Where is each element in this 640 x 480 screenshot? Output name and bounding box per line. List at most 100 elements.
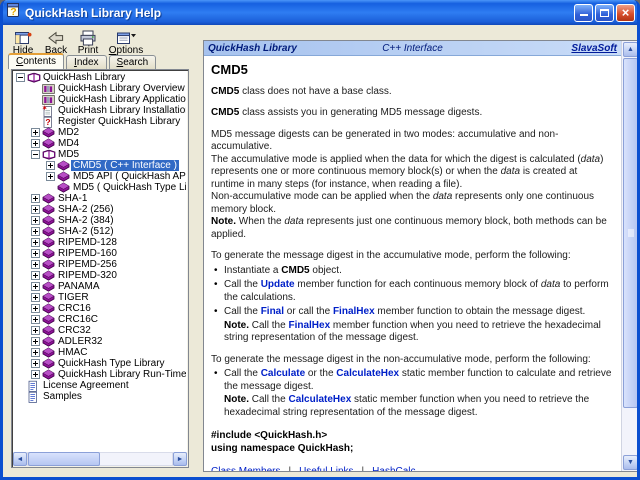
scroll-thumb[interactable]	[623, 58, 637, 408]
tree-item-label[interactable]: RIPEMD-128	[56, 237, 119, 248]
tree-item-label[interactable]: Register QuickHash Library	[56, 116, 182, 127]
expand-toggle[interactable]	[31, 194, 40, 203]
tree-item[interactable]: SHA-2 (256)	[14, 204, 186, 215]
tree-item[interactable]: Samples	[14, 391, 186, 403]
slavasoft-link[interactable]: SlavaSoft	[481, 43, 617, 54]
member-function-link[interactable]: FinalHex	[333, 306, 375, 317]
close-button[interactable]: ×	[616, 3, 635, 22]
expand-toggle[interactable]	[31, 216, 40, 225]
tree-item-label[interactable]: License Agreement	[41, 380, 131, 391]
back-button[interactable]: Back	[40, 28, 72, 56]
expand-toggle[interactable]	[31, 271, 40, 280]
member-function-link[interactable]: FinalHex	[288, 320, 330, 331]
tree-item[interactable]: CRC16	[14, 303, 186, 314]
member-function-link[interactable]: CalculateHex	[288, 394, 351, 405]
tree-item-label[interactable]: CRC16C	[56, 314, 100, 325]
tree-item[interactable]: QuickHash Library Run-Time Dynamic Linki…	[14, 369, 186, 380]
tree-item-label[interactable]: SHA-2 (512)	[56, 226, 116, 237]
tree-item[interactable]: SHA-2 (384)	[14, 215, 186, 226]
class-members-link[interactable]: Class Members	[211, 466, 280, 471]
expand-toggle[interactable]	[31, 260, 40, 269]
scroll-down-button[interactable]: ▼	[623, 455, 637, 470]
scroll-right-button[interactable]: ►	[173, 452, 187, 466]
tab-contents[interactable]: Contents	[8, 53, 65, 69]
print-button[interactable]: Print	[73, 28, 103, 56]
tree-item-label[interactable]: QuickHash Library Run-Time Dynamic Linki…	[56, 369, 186, 380]
title-bar[interactable]: ? QuickHash Library Help ×	[3, 0, 637, 25]
content-vertical-scrollbar[interactable]: ▲ ▼	[621, 41, 637, 471]
expand-toggle[interactable]	[31, 304, 40, 313]
tab-index[interactable]: Index	[66, 55, 107, 69]
tree-item-label[interactable]: QuickHash Type Library	[56, 358, 167, 369]
tab-search[interactable]: Search	[108, 55, 157, 69]
tree-item-label[interactable]: MD5	[56, 149, 81, 160]
expand-toggle[interactable]	[31, 337, 40, 346]
expand-toggle[interactable]	[46, 172, 55, 181]
hashcalc-link[interactable]: HashCalc	[372, 466, 415, 471]
collapse-toggle[interactable]	[31, 150, 40, 159]
tree-item[interactable]: RIPEMD-320	[14, 270, 186, 281]
tree-item-label[interactable]: CRC16	[56, 303, 93, 314]
expand-toggle[interactable]	[46, 161, 55, 170]
tree-item-label[interactable]: RIPEMD-320	[56, 270, 119, 281]
expand-toggle[interactable]	[31, 227, 40, 236]
member-function-link[interactable]: CalculateHex	[336, 368, 399, 379]
tree-item-label[interactable]: QuickHash Library Applications	[56, 94, 186, 105]
tree-item[interactable]: QuickHash Library Overview	[14, 83, 186, 94]
tree-item-label[interactable]: RIPEMD-256	[56, 259, 119, 270]
useful-links-link[interactable]: Useful Links	[299, 466, 353, 471]
tree-item-label[interactable]: SHA-2 (384)	[56, 215, 116, 226]
expand-toggle[interactable]	[31, 326, 40, 335]
expand-toggle[interactable]	[31, 139, 40, 148]
hide-button[interactable]: Hide	[7, 28, 39, 56]
tree-item[interactable]: MD5 ( QuickHash Type Library )	[14, 182, 186, 193]
tree-item-label[interactable]: SHA-2 (256)	[56, 204, 116, 215]
scroll-thumb[interactable]	[28, 452, 100, 466]
options-button[interactable]: Options	[104, 28, 148, 56]
expand-toggle[interactable]	[31, 238, 40, 247]
minimize-button[interactable]	[574, 3, 593, 22]
tree-item[interactable]: ? Register QuickHash Library	[14, 116, 186, 128]
tree-item[interactable]: ADLER32	[14, 336, 186, 347]
tree-item-label[interactable]: CMD5 ( C++ Interface )	[71, 160, 179, 171]
member-function-link[interactable]: Final	[261, 306, 284, 317]
tree-item[interactable]: MD2	[14, 127, 186, 138]
tree-item[interactable]: QuickHash Library	[14, 72, 186, 83]
tree-item-label[interactable]: TIGER	[56, 292, 91, 303]
expand-toggle[interactable]	[31, 205, 40, 214]
tree-item-label[interactable]: SHA-1	[56, 193, 89, 204]
expand-toggle[interactable]	[31, 348, 40, 357]
tree-horizontal-scrollbar[interactable]: ◄ ►	[13, 452, 187, 466]
expand-toggle[interactable]	[31, 370, 40, 379]
tree-item[interactable]: SHA-2 (512)	[14, 226, 186, 237]
expand-toggle[interactable]	[31, 249, 40, 258]
tree-item[interactable]: TIGER	[14, 292, 186, 303]
tree-item-label[interactable]: MD5 API ( QuickHash API )	[71, 171, 186, 182]
tree-item-label[interactable]: MD4	[56, 138, 81, 149]
tree-item-label[interactable]: HMAC	[56, 347, 89, 358]
expand-toggle[interactable]	[31, 315, 40, 324]
tree-item[interactable]: PANAMA	[14, 281, 186, 292]
tree-item[interactable]: MD5 API ( QuickHash API )	[14, 171, 186, 182]
scroll-up-button[interactable]: ▲	[623, 42, 637, 57]
maximize-button[interactable]	[595, 3, 614, 22]
tree-item[interactable]: MD5	[14, 149, 186, 160]
tree-item[interactable]: CMD5 ( C++ Interface )	[14, 160, 186, 171]
expand-toggle[interactable]	[31, 128, 40, 137]
tree-item-label[interactable]: PANAMA	[56, 281, 102, 292]
tree-item[interactable]: SHA-1	[14, 193, 186, 204]
tree-item-label[interactable]: RIPEMD-160	[56, 248, 119, 259]
tree-item[interactable]: QuickHash Type Library	[14, 358, 186, 369]
tree-item-label[interactable]: QuickHash Library Installation	[56, 105, 186, 116]
tree-item[interactable]: CRC16C	[14, 314, 186, 325]
tree-item[interactable]: RIPEMD-128	[14, 237, 186, 248]
tree-item-label[interactable]: QuickHash Library Overview	[56, 83, 186, 94]
tree-item-label[interactable]: ADLER32	[56, 336, 104, 347]
expand-toggle[interactable]	[31, 282, 40, 291]
tree-item-label[interactable]: MD2	[56, 127, 81, 138]
tree-item-label[interactable]: CRC32	[56, 325, 93, 336]
scroll-left-button[interactable]: ◄	[13, 452, 27, 466]
tree-item[interactable]: RIPEMD-256	[14, 259, 186, 270]
member-function-link[interactable]: Calculate	[261, 368, 305, 379]
tree-item[interactable]: ✶ QuickHash Library Installation	[14, 105, 186, 117]
